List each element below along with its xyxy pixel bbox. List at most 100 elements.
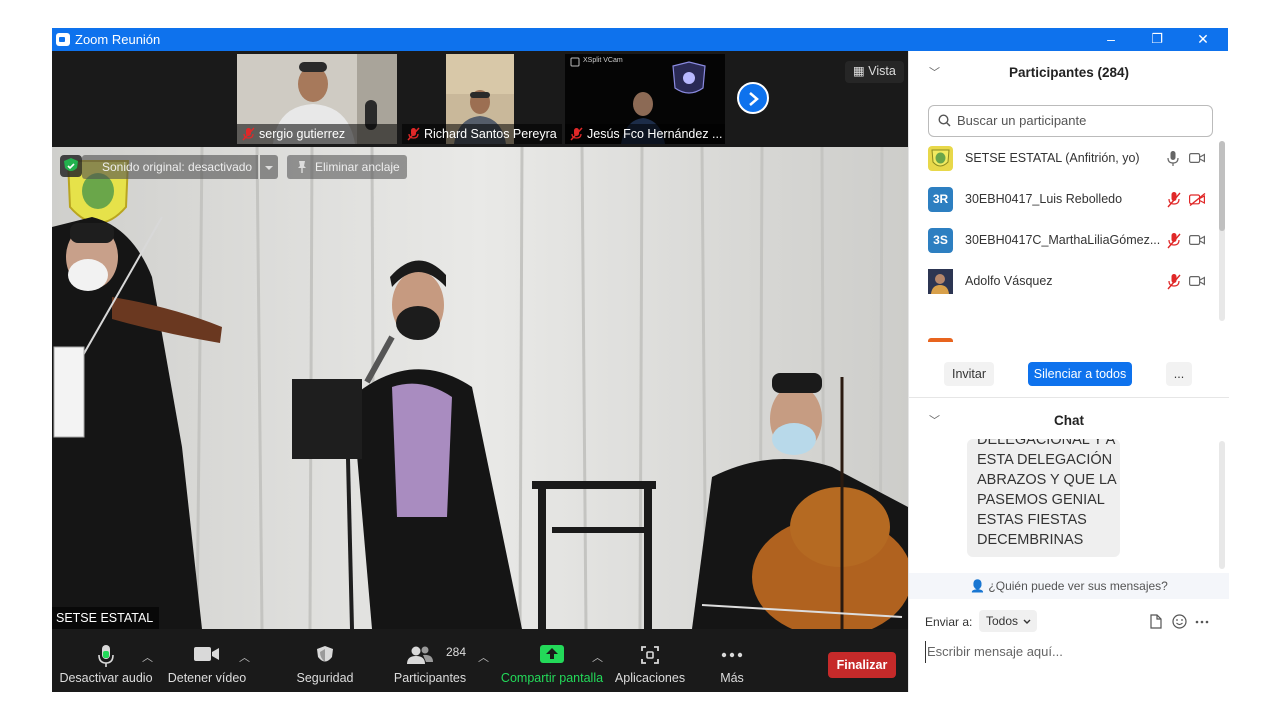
participants-options-caret[interactable]: ︿: [478, 649, 489, 665]
unpin-button[interactable]: Eliminar anclaje: [287, 155, 407, 179]
collapse-chevron-icon[interactable]: ﹀: [929, 399, 940, 443]
apps-label: Aplicaciones: [614, 671, 686, 685]
participant-thumbnail[interactable]: XSplit VCam Jesús Fco Hernández ...: [565, 54, 725, 144]
share-options-caret[interactable]: ︿: [592, 649, 603, 665]
participants-panel-title: Participantes (284): [1008, 65, 1130, 80]
person-info-icon: 👤: [970, 579, 986, 593]
muted-mic-icon: [1167, 274, 1181, 290]
video-camera-icon: [194, 647, 219, 661]
next-page-arrow-button[interactable]: [737, 82, 769, 114]
original-sound-dropdown[interactable]: [260, 155, 278, 179]
participant-row[interactable]: 3S 30EBH0417C_MarthaLiliaGómez...: [909, 221, 1221, 262]
chat-message-line: ESTAS FIESTAS: [977, 512, 1087, 528]
search-placeholder: Buscar un participante: [957, 113, 1087, 128]
more-button[interactable]: Más: [702, 629, 762, 692]
apps-icon: [641, 646, 659, 664]
participant-name: SETSE ESTATAL (Anfitrión, yo): [965, 151, 1140, 165]
muted-mic-icon: [242, 127, 255, 141]
thumbnail-name: Jesús Fco Hernández ...: [565, 124, 725, 144]
grid-icon: ▦: [853, 64, 865, 78]
meeting-toolbar: Desactivar audio ︿ Detener vídeo ︿ Segur…: [52, 629, 908, 692]
muted-mic-icon: [570, 127, 583, 141]
active-speaker-name: SETSE ESTATAL: [52, 607, 160, 629]
side-panel: ﹀ Participantes (284) Buscar un particip…: [908, 51, 1229, 692]
encryption-shield-icon: [60, 155, 82, 177]
main-speaker-video: Sonido original: desactivado Eliminar an…: [52, 147, 908, 629]
participants-count: 284: [446, 645, 467, 659]
video-area: sergio gutierrez Richard Santos Pereyra: [52, 51, 908, 692]
security-button[interactable]: Seguridad: [290, 629, 360, 692]
muted-mic-icon: [1167, 233, 1181, 249]
participants-button[interactable]: 284 Participantes: [390, 629, 470, 692]
minimize-button[interactable]: –: [1088, 28, 1134, 51]
more-dots-icon: [721, 652, 743, 658]
chat-message-line: ESTA DELEGACIÓN: [977, 452, 1113, 468]
participant-thumbnail[interactable]: Richard Santos Pereyra: [402, 54, 562, 144]
participant-name: 30EBH0417_Luis Rebolledo: [965, 192, 1123, 206]
muted-mic-icon: [407, 127, 420, 141]
stop-video-label: Detener vídeo: [167, 671, 247, 685]
chevron-down-icon: [1023, 619, 1031, 624]
participant-row[interactable]: 3R 30EBH0417_Luis Rebolledo: [909, 180, 1221, 221]
share-screen-button[interactable]: Compartir pantalla: [500, 629, 604, 692]
security-shield-icon: [317, 646, 333, 662]
who-can-see-messages-link[interactable]: 👤 ¿Quién puede ver sus mensajes?: [909, 573, 1229, 599]
video-options-caret[interactable]: ︿: [239, 649, 250, 665]
window-title: Zoom Reunión: [75, 32, 161, 47]
participant-row[interactable]: SETSE ESTATAL (Anfitrión, yo): [909, 139, 1221, 180]
emoji-icon[interactable]: [1172, 614, 1187, 629]
original-sound-toggle[interactable]: Sonido original: desactivado: [82, 155, 258, 179]
microphone-icon: [1167, 151, 1179, 166]
partial-avatar: [928, 338, 953, 342]
participant-thumbnail[interactable]: sergio gutierrez: [237, 54, 397, 144]
pin-icon: [298, 161, 306, 173]
invite-button[interactable]: Invitar: [944, 362, 994, 386]
end-meeting-button[interactable]: Finalizar: [828, 652, 896, 678]
mute-audio-button[interactable]: Desactivar audio: [58, 629, 154, 692]
participants-more-button[interactable]: ...: [1166, 362, 1192, 386]
audio-options-caret[interactable]: ︿: [142, 649, 153, 665]
maximize-button[interactable]: ❐: [1134, 28, 1180, 51]
avatar: 3R: [928, 187, 953, 212]
camera-icon: [1189, 235, 1205, 246]
who-can-see-label: ¿Quién puede ver sus mensajes?: [988, 579, 1168, 593]
chat-message-line: PASEMOS GENIAL: [977, 492, 1105, 508]
participant-name: Adolfo Vásquez: [965, 274, 1053, 288]
chevron-down-icon: [265, 166, 273, 170]
participants-scrollbar[interactable]: [1219, 141, 1225, 321]
participants-label: Participantes: [393, 671, 467, 685]
share-screen-icon: [540, 645, 564, 663]
participants-panel-header: ﹀ Participantes (284): [909, 51, 1229, 95]
file-icon[interactable]: [1150, 614, 1162, 629]
chat-scrollbar[interactable]: [1219, 441, 1225, 569]
avatar: 3S: [928, 228, 953, 253]
chat-message-input[interactable]: Escribir mensaje aquí...: [925, 641, 1215, 663]
chat-input-placeholder: Escribir mensaje aquí...: [927, 644, 1063, 659]
chat-panel-header: ﹀ Chat: [909, 399, 1229, 443]
chat-message-line: DELEGACIONAL Y A: [977, 439, 1116, 448]
unpin-label: Eliminar anclaje: [315, 160, 400, 174]
mute-all-button[interactable]: Silenciar a todos: [1028, 362, 1132, 386]
participant-search-input[interactable]: Buscar un participante: [928, 105, 1213, 137]
mute-audio-label: Desactivar audio: [59, 671, 153, 685]
more-dots-icon[interactable]: [1195, 620, 1209, 624]
muted-mic-icon: [1167, 192, 1181, 208]
chat-message-line: DECEMBRINAS: [977, 532, 1084, 548]
scrollbar-thumb[interactable]: [1219, 141, 1225, 231]
send-to-label: Enviar a:: [925, 615, 973, 629]
view-button[interactable]: ▦ Vista: [845, 61, 904, 83]
search-icon: [938, 114, 951, 127]
close-button[interactable]: ✕: [1180, 28, 1226, 51]
microphone-icon: [98, 645, 114, 667]
stop-video-button[interactable]: Detener vídeo: [164, 629, 250, 692]
chat-message-line: ABRAZOS Y QUE LA: [977, 472, 1117, 488]
thumbnail-name: sergio gutierrez: [237, 124, 397, 144]
collapse-chevron-icon[interactable]: ﹀: [929, 51, 940, 95]
participant-row[interactable]: Adolfo Vásquez: [909, 262, 1221, 303]
avatar: [928, 269, 953, 294]
send-to-dropdown[interactable]: Todos: [979, 610, 1037, 632]
speaker-video-image: [52, 147, 908, 629]
zoom-logo-icon: [56, 33, 70, 46]
security-label: Seguridad: [296, 671, 354, 685]
apps-button[interactable]: Aplicaciones: [612, 629, 688, 692]
